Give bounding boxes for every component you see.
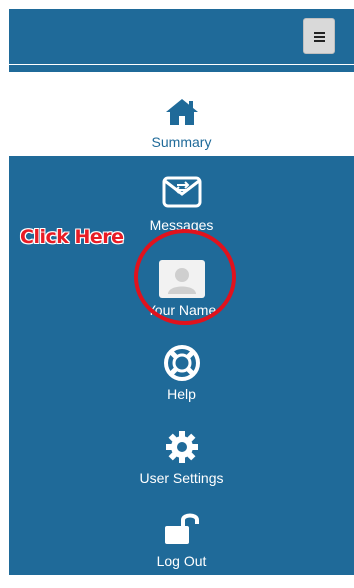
lifebuoy-icon	[163, 345, 200, 381]
highlight-circle	[134, 229, 236, 325]
nav-item-help[interactable]: Help	[9, 344, 354, 420]
side-nav: Messages Your Name Help User Settings Lo…	[9, 156, 354, 575]
gear-icon	[165, 431, 198, 463]
hamburger-icon	[314, 32, 325, 34]
nav-label-logout: Log Out	[156, 553, 207, 569]
hamburger-menu-button[interactable]	[303, 18, 335, 54]
click-here-callout: Click Here	[20, 226, 124, 248]
unlock-icon	[164, 513, 199, 544]
top-header	[9, 9, 354, 64]
nav-item-settings[interactable]: User Settings	[9, 430, 354, 506]
envelope-icon	[162, 176, 201, 208]
nav-label-help: Help	[167, 386, 196, 402]
nav-label-settings: User Settings	[139, 470, 224, 486]
home-icon	[165, 99, 198, 125]
nav-item-summary[interactable]: Summary	[9, 72, 354, 156]
nav-label-summary: Summary	[151, 134, 212, 150]
nav-item-logout[interactable]: Log Out	[9, 512, 354, 588]
header-strip	[9, 65, 354, 72]
